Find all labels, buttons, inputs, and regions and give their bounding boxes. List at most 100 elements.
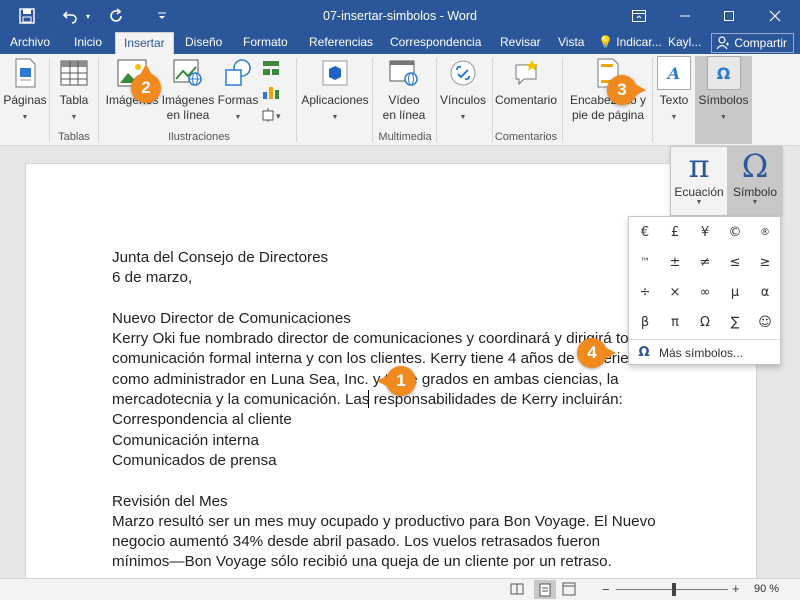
print-layout-icon[interactable] (534, 580, 556, 599)
symbol-cell[interactable]: © (720, 218, 750, 248)
undo-dropdown-icon[interactable]: ▾ (82, 0, 94, 32)
undo-icon[interactable] (58, 0, 82, 32)
symbol-cell[interactable]: ≥ (750, 248, 780, 278)
symbol-cell[interactable]: ™ (630, 248, 660, 278)
symbol-cell[interactable]: ☺ (750, 308, 780, 338)
video-en-linea-button[interactable]: Vídeo en línea (376, 56, 432, 123)
save-icon[interactable] (10, 0, 44, 32)
symbol-cell[interactable]: × (660, 278, 690, 308)
divider (436, 58, 437, 142)
symbol-cell[interactable]: ≠ (690, 248, 720, 278)
zoom-in-icon[interactable]: + (732, 581, 740, 596)
symbol-cell[interactable]: ¥ (690, 218, 720, 248)
tab-correspondencia[interactable]: Correspondencia (382, 32, 489, 54)
aplicaciones-button[interactable]: Aplicaciones ▼ (300, 56, 370, 125)
customize-toolbar-icon[interactable] (152, 0, 172, 32)
symbol-cell[interactable]: π (660, 308, 690, 338)
symbol-cell[interactable]: ∞ (690, 278, 720, 308)
ribbon-display-icon[interactable] (616, 0, 662, 32)
tab-insertar[interactable]: Insertar (115, 32, 174, 54)
aplicaciones-label: Aplicaciones (301, 93, 369, 107)
zoom-level[interactable]: 90 % (754, 583, 779, 595)
user-name[interactable]: Kayl... (660, 32, 709, 54)
formas-button[interactable]: Formas ▼ (216, 56, 260, 125)
chart-icon[interactable] (262, 84, 280, 103)
share-button[interactable]: Compartir (711, 33, 794, 53)
dropdown-arrow-icon: ▼ (670, 114, 678, 121)
minimize-icon[interactable] (662, 0, 708, 32)
doc-line: negocio aumentó 34% desde abril pasado. … (112, 533, 601, 551)
symbol-cell[interactable]: β (630, 308, 660, 338)
tabla-button[interactable]: Tabla ▼ (54, 56, 94, 125)
callout-marker-3: 3 (607, 75, 646, 105)
person-icon (716, 36, 730, 50)
symbol-cell[interactable]: µ (720, 278, 750, 308)
ribbon: Páginas ▼ Tabla ▼ Tablas Imágenes Imágen… (0, 54, 800, 146)
document-body[interactable]: Junta del Consejo de Directores 6 de mar… (112, 248, 672, 573)
ribbon-tabs: Archivo Inicio Insertar Diseño Formato R… (0, 32, 800, 54)
divider (49, 58, 50, 142)
maximize-icon[interactable] (706, 0, 752, 32)
divider (296, 58, 297, 142)
symbol-cell[interactable]: ± (660, 248, 690, 278)
tab-diseno[interactable]: Diseño (177, 32, 230, 54)
omega-icon: Ω (741, 147, 769, 185)
ecuacion-label: Ecuación (674, 185, 724, 199)
imagenes-en-linea-button[interactable]: Imágenes en línea (160, 56, 216, 123)
dropdown-arrow-icon: ▼ (720, 114, 727, 121)
more-symbols-label: Más símbolos... (659, 345, 744, 360)
more-symbols-button[interactable]: Ω Más símbolos... (629, 339, 780, 365)
symbol-cell[interactable]: ∑ (720, 308, 750, 338)
paginas-button[interactable]: Páginas ▼ (3, 56, 47, 125)
group-label-tablas: Tablas (58, 131, 90, 143)
tab-archivo[interactable]: Archivo (2, 32, 58, 54)
paginas-label: Páginas (3, 93, 47, 107)
omega-icon: Ω (638, 345, 650, 360)
comentario-button[interactable]: Comentario (492, 56, 560, 108)
tab-inicio[interactable]: Inicio (66, 32, 110, 54)
vinculos-button[interactable]: Vínculos ▼ (438, 56, 488, 125)
doc-line: Nuevo Director de Comunicaciones (112, 309, 351, 327)
svg-text:▾: ▾ (276, 112, 281, 122)
doc-line: 6 de marzo, (112, 269, 193, 287)
symbol-cell[interactable]: £ (660, 218, 690, 248)
simbolos-label: Símbolos (698, 93, 749, 107)
page-icon (8, 56, 42, 90)
imagenes-en-linea-label-1: Imágenes (161, 93, 215, 107)
symbol-cell[interactable]: Ω (690, 308, 720, 338)
vinculos-label: Vínculos (439, 93, 487, 107)
texto-button[interactable]: A Texto ▼ (654, 56, 694, 125)
divider (562, 58, 563, 142)
screenshot-icon[interactable]: ▾ (262, 108, 288, 125)
redo-icon[interactable] (104, 0, 130, 32)
tab-vista[interactable]: Vista (550, 32, 592, 54)
symbol-cell[interactable]: € (630, 218, 660, 248)
table-icon (57, 56, 91, 90)
symbol-cell[interactable]: ® (750, 218, 780, 248)
zoom-out-icon[interactable]: − (602, 582, 610, 597)
symbol-cell[interactable]: ≤ (720, 248, 750, 278)
group-label-comentarios: Comentarios (494, 131, 558, 143)
dropdown-arrow-icon: ▼ (459, 114, 467, 121)
tab-formato[interactable]: Formato (235, 32, 296, 54)
symbol-cell[interactable]: α (750, 278, 780, 308)
symbol-cell[interactable]: ÷ (630, 278, 660, 308)
doc-line (112, 289, 672, 309)
simbolos-button[interactable]: Ω Símbolos ▼ (695, 56, 752, 144)
dropdown-arrow-icon: ▼ (331, 114, 339, 121)
ecuacion-button[interactable]: π Ecuación ▼ (671, 147, 727, 216)
formas-label: Formas (217, 93, 259, 107)
tell-me-search[interactable]: 💡 Indicar... (594, 32, 670, 54)
tab-revisar[interactable]: Revisar (492, 32, 549, 54)
close-icon[interactable] (752, 0, 798, 32)
video-label-1: Vídeo (388, 93, 420, 107)
zoom-slider-thumb[interactable] (672, 583, 676, 596)
simbolo-button[interactable]: Ω Símbolo ▼ (727, 147, 783, 216)
tab-referencias[interactable]: Referencias (301, 32, 381, 54)
smartart-icon[interactable] (262, 60, 280, 79)
web-layout-icon[interactable] (562, 582, 576, 599)
dropdown-arrow-icon: ▼ (695, 199, 703, 206)
imagenes-en-linea-label-2: en línea (166, 108, 210, 122)
read-mode-icon[interactable] (510, 582, 524, 599)
doc-line: Correspondencia al cliente (112, 411, 292, 429)
